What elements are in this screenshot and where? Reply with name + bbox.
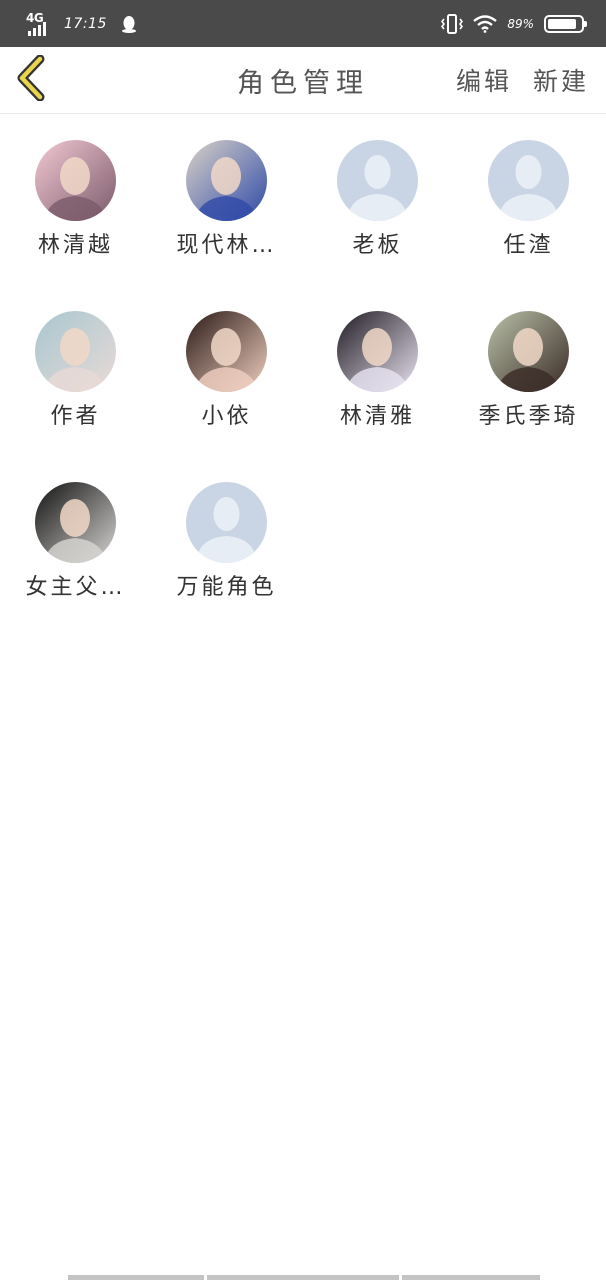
page-title: 角色管理 (237, 68, 369, 99)
avatar-photo (186, 311, 267, 392)
battery-icon (544, 14, 587, 33)
character-name: 万能角色 (176, 575, 277, 600)
signal-icon (28, 21, 46, 36)
battery-percent: 89% (507, 16, 534, 31)
character-item[interactable]: 季氏季琦 (453, 311, 604, 430)
character-name: 女主父… (25, 575, 126, 600)
character-name: 作者 (50, 404, 101, 429)
avatar-photo (35, 311, 116, 392)
character-item[interactable]: 林清越 (0, 140, 151, 259)
character-item[interactable]: 林清雅 (302, 311, 453, 430)
qq-icon (121, 15, 136, 33)
character-name: 林清雅 (339, 404, 415, 429)
new-button[interactable]: 新建 (533, 62, 589, 98)
battery-level (548, 18, 577, 29)
bottom-navigation-bar (68, 1275, 540, 1280)
header: 角色管理 编辑 新建 (0, 47, 606, 114)
character-item[interactable]: 小依 (151, 311, 302, 430)
character-item[interactable]: 女主父… (0, 482, 151, 601)
character-item[interactable]: 现代林… (151, 140, 302, 259)
placeholder-avatar-icon (488, 140, 569, 221)
character-name: 现代林… (176, 233, 277, 258)
status-bar: 4G 17:15 89% (0, 0, 606, 47)
character-name: 林清越 (37, 233, 113, 258)
avatar-photo (35, 482, 116, 563)
status-right: 89% (441, 13, 587, 34)
placeholder-avatar-icon (337, 140, 418, 221)
character-name: 任渣 (503, 233, 554, 258)
character-name: 老板 (352, 233, 403, 258)
character-item[interactable]: 老板 (302, 140, 453, 259)
status-time: 17:15 (64, 15, 107, 32)
wifi-icon (473, 14, 498, 33)
network-indicator: 4G (26, 11, 52, 36)
avatar-photo (337, 311, 418, 392)
status-left: 4G 17:15 (26, 11, 137, 36)
avatar-photo (35, 140, 116, 221)
character-name: 季氏季琦 (478, 404, 579, 429)
vibrate-icon (441, 13, 464, 34)
character-item[interactable]: 万能角色 (151, 482, 302, 601)
avatar-photo (488, 311, 569, 392)
avatar-photo (186, 140, 267, 221)
character-item[interactable]: 任渣 (453, 140, 604, 259)
placeholder-avatar-icon (186, 482, 267, 563)
character-item[interactable]: 作者 (0, 311, 151, 430)
edit-button[interactable]: 编辑 (456, 62, 512, 98)
character-grid: 林清越 现代林… 老板 任渣作者 小依 林清雅 季氏季琦女主父… 万能角色 (0, 140, 606, 601)
character-name: 小依 (201, 404, 252, 429)
